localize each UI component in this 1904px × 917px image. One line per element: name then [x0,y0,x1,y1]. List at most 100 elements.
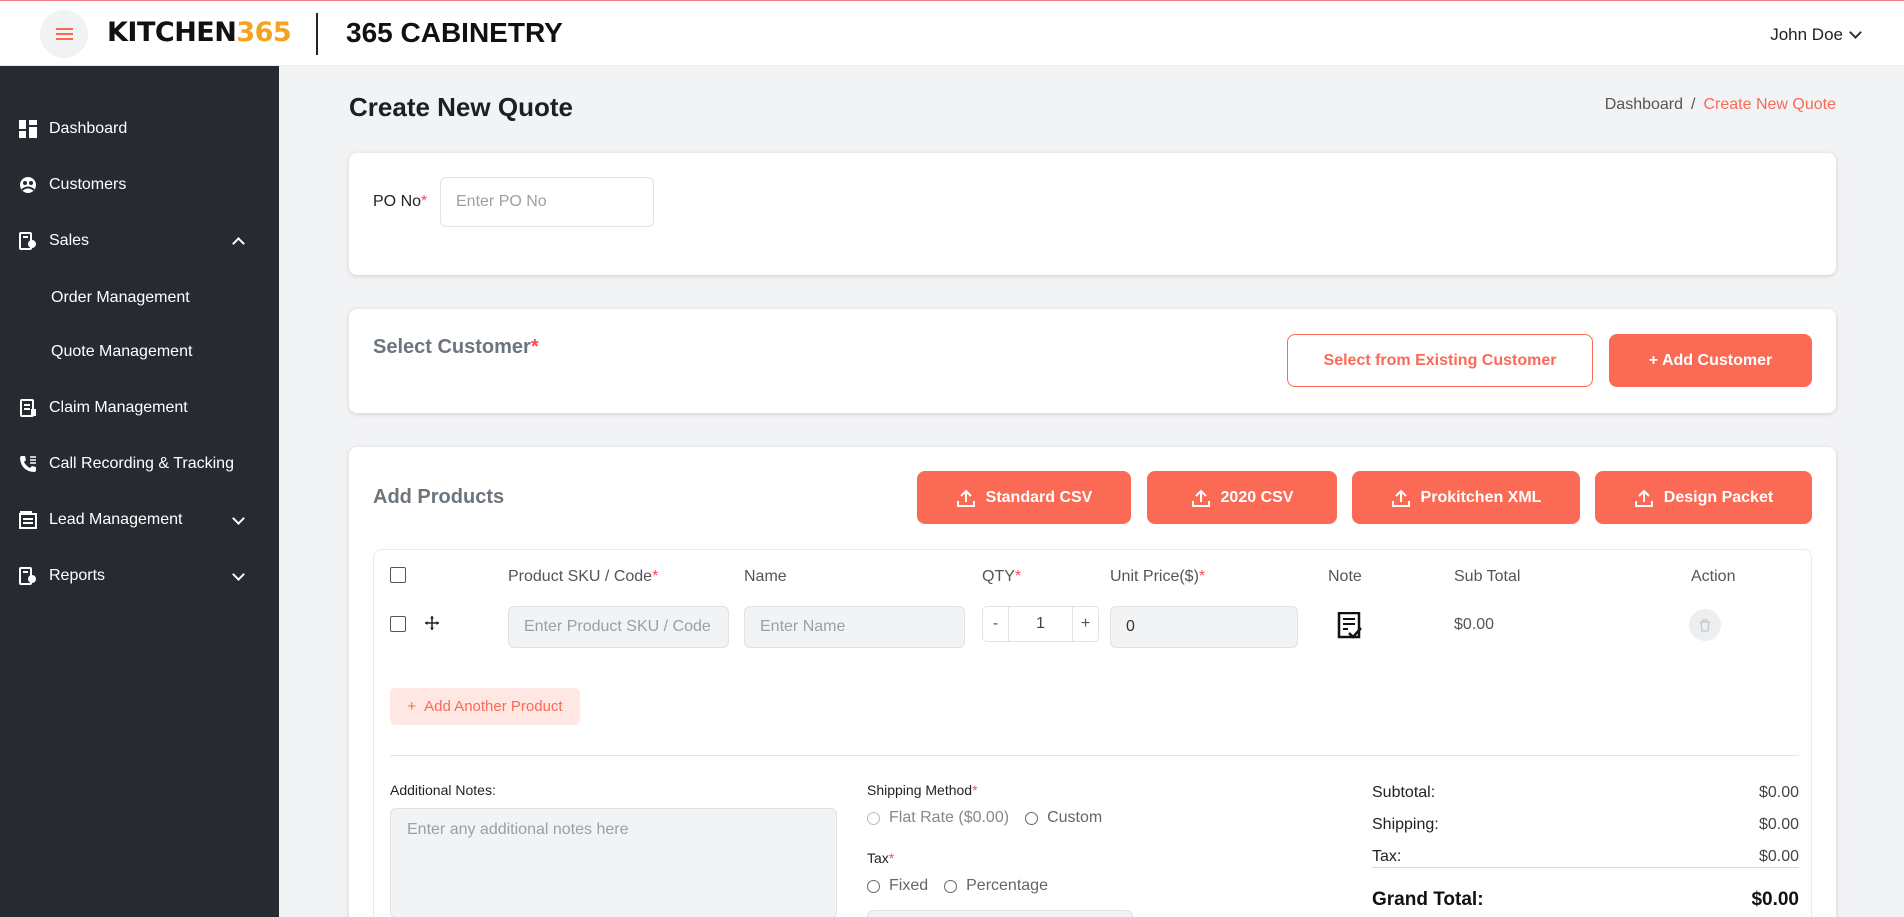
upload-standard-csv-button[interactable]: Standard CSV [917,471,1131,524]
sidebar-item-label: Call Recording & Tracking [49,455,234,472]
customers-icon [19,176,37,194]
shipping-custom-radio[interactable]: Custom [1025,809,1102,827]
add-products-title: Add Products [373,486,505,508]
divider [390,755,1799,756]
shipping-method-label: Shipping Method* [867,782,978,798]
column-header-sku: Product SKU / Code* [508,568,659,585]
unit-price-input[interactable] [1110,606,1298,648]
page-title: Create New Quote [349,92,573,122]
column-header-note: Note [1328,568,1362,585]
summary-tax: Tax: $0.00 [1372,848,1799,865]
tax-value-input[interactable] [867,910,1133,917]
additional-notes-textarea[interactable] [390,808,837,917]
menu-toggle-button[interactable] [40,10,88,58]
note-icon[interactable] [1337,611,1363,640]
add-customer-button[interactable]: + Add Customer [1609,334,1812,387]
add-another-product-button[interactable]: + Add Another Product [390,688,580,725]
shipping-flat-rate-radio[interactable]: Flat Rate ($0.00) [867,809,1009,827]
column-header-sub-total: Sub Total [1454,568,1521,585]
sidebar: Dashboard Customers Sales Order Manageme… [0,66,279,917]
summary-divider [1372,867,1799,868]
chevron-down-icon [232,567,245,581]
top-header: KITCHEN365 365 CABINETRY John Doe [0,0,1904,66]
upload-2020-csv-button[interactable]: 2020 CSV [1147,471,1337,524]
hamburger-icon [55,28,73,40]
select-customer-card: Select Customer* Select from Existing Cu… [349,309,1836,413]
breadcrumb-separator: / [1691,96,1696,113]
sidebar-item-reports[interactable]: Reports [0,556,279,596]
plus-icon: + [407,698,417,715]
sidebar-item-sales[interactable]: Sales [0,221,279,261]
sidebar-subitem-order-management[interactable]: Order Management [51,289,190,307]
select-customer-title: Select Customer* [373,336,539,358]
user-menu[interactable]: John Doe [1770,25,1862,45]
sidebar-item-claim-management[interactable]: Claim Management [0,388,279,428]
column-header-name: Name [744,568,787,585]
upload-prokitchen-xml-button[interactable]: Prokitchen XML [1352,471,1580,524]
drag-handle-icon[interactable] [424,615,440,631]
sales-icon [19,232,37,250]
chevron-down-icon [232,511,245,525]
tax-percentage-radio[interactable]: Percentage [944,877,1048,895]
select-existing-customer-button[interactable]: Select from Existing Customer [1287,334,1593,387]
upload-icon [1634,489,1653,507]
sidebar-item-dashboard[interactable]: Dashboard [0,109,279,149]
logo-divider [316,13,318,55]
add-products-card: Add Products Standard CSV 2020 CSV Proki… [349,447,1836,917]
sidebar-item-call-recording[interactable]: Call Recording & Tracking [0,444,279,484]
breadcrumb-dashboard-link[interactable]: Dashboard [1605,96,1683,113]
sidebar-item-customers[interactable]: Customers [0,165,279,205]
sidebar-item-label: Customers [49,176,127,193]
breadcrumb: Dashboard / Create New Quote [1605,96,1836,114]
claim-icon [19,399,37,417]
sidebar-subitem-quote-management[interactable]: Quote Management [51,343,192,361]
quantity-stepper: - 1 + [982,606,1099,642]
product-sku-input[interactable] [508,606,729,648]
sidebar-item-label: Dashboard [49,120,128,137]
chevron-up-icon [232,236,245,250]
sidebar-item-lead-management[interactable]: Lead Management [0,500,279,540]
upload-icon [956,489,975,507]
select-all-checkbox[interactable] [390,567,406,583]
sidebar-item-label: Lead Management [49,511,183,528]
upload-design-packet-button[interactable]: Design Packet [1595,471,1812,524]
reports-icon [19,567,37,585]
breadcrumb-current: Create New Quote [1703,96,1836,113]
column-header-qty: QTY* [982,568,1022,585]
lead-icon [19,511,37,529]
user-name: John Doe [1770,25,1843,44]
tax-options: Fixed Percentage [867,877,1064,895]
row-checkbox[interactable] [390,616,406,632]
qty-decrement-button[interactable]: - [983,607,1008,641]
dashboard-icon [19,120,37,138]
sidebar-item-label: Reports [49,567,106,584]
po-card: PO No* [349,153,1836,275]
trash-icon [1700,619,1710,632]
brand-name: 365 CABINETRY [346,17,563,48]
summary-shipping: Shipping: $0.00 [1372,816,1799,833]
row-sub-total: $0.00 [1454,616,1495,633]
po-number-input[interactable] [440,177,654,227]
column-header-unit-price: Unit Price($)* [1110,568,1206,585]
upload-icon [1391,489,1410,507]
product-name-input[interactable] [744,606,965,648]
delete-row-button[interactable] [1689,609,1721,641]
tax-label: Tax* [867,850,895,866]
qty-increment-button[interactable]: + [1073,607,1098,641]
shipping-method-options: Flat Rate ($0.00) Custom [867,809,1118,827]
additional-notes-label: Additional Notes: [390,782,496,798]
radio-icon [944,879,958,893]
chevron-down-icon [1849,26,1862,39]
kitchen365-logo[interactable]: KITCHEN365 [107,17,292,48]
products-table: Product SKU / Code* Name QTY* Unit Price… [373,549,1812,917]
summary-subtotal: Subtotal: $0.00 [1372,784,1799,801]
add-another-product-label: Add Another Product [424,698,563,715]
qty-value[interactable]: 1 [1008,607,1073,641]
radio-icon [867,811,880,825]
radio-icon [867,879,880,893]
tax-fixed-radio[interactable]: Fixed [867,877,928,895]
column-header-action: Action [1691,568,1736,585]
upload-icon [1191,489,1210,507]
sidebar-item-label: Claim Management [49,399,188,416]
summary-grand-total: Grand Total: $0.00 [1372,889,1799,910]
